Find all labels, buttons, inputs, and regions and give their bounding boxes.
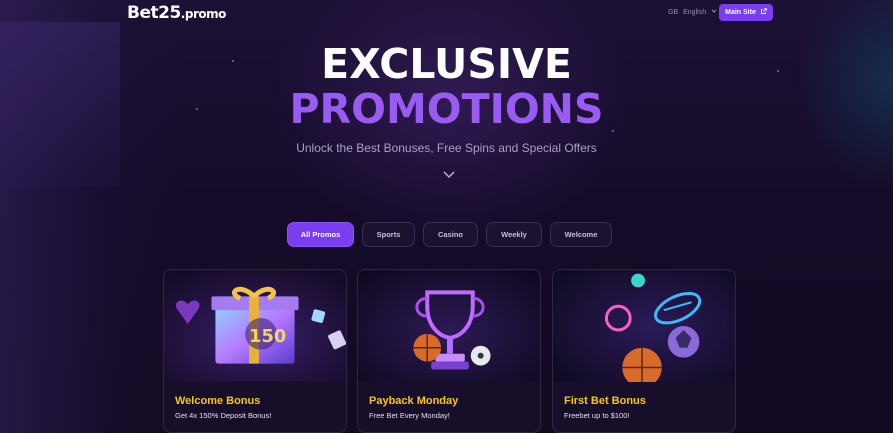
top-header: Bet25.promo GB English Main Site — [0, 0, 893, 26]
main-site-button[interactable]: Main Site — [719, 4, 773, 21]
filter-sports[interactable]: Sports — [362, 222, 415, 247]
promo-filter-bar: All Promos Sports Casino Weekly Welcome — [287, 222, 612, 247]
promo-card-title: First Bet Bonus — [564, 395, 646, 407]
filter-casino[interactable]: Casino — [423, 222, 478, 247]
language-selector[interactable]: GB English — [668, 8, 717, 16]
site-logo[interactable]: Bet25.promo — [127, 3, 226, 23]
promo-card-first-bet-bonus[interactable]: First Bet Bonus Freebet up to $100! — [552, 269, 736, 433]
gift-box-illustration: 150 — [164, 270, 346, 382]
main-site-label: Main Site — [725, 9, 756, 16]
hero-title-line2: PROMOTIONS — [289, 85, 604, 133]
promo-card-description: Free Bet Every Monday! — [369, 411, 450, 420]
filter-all-promos[interactable]: All Promos — [287, 222, 354, 247]
promo-card-description: Freebet up to $100! — [564, 411, 630, 420]
promo-card-payback-monday[interactable]: Payback Monday Free Bet Every Monday! — [357, 269, 541, 433]
logo-domain: .promo — [180, 7, 227, 21]
promo-card-welcome-bonus[interactable]: 150 Welcome Bonus Get 4x 150% Deposit Bo… — [163, 269, 347, 433]
scroll-down-icon[interactable] — [443, 166, 455, 184]
promo-card-title: Welcome Bonus — [175, 395, 261, 407]
sports-balls-illustration — [553, 270, 735, 382]
flag-code: GB — [668, 8, 679, 16]
promo-card-title: Payback Monday — [369, 395, 459, 407]
gift-badge-number: 150 — [249, 326, 286, 347]
filter-welcome[interactable]: Welcome — [550, 222, 612, 247]
promo-card-description: Get 4x 150% Deposit Bonus! — [175, 411, 272, 420]
logo-number: 25 — [158, 3, 181, 23]
trophy-illustration — [358, 270, 540, 382]
filter-weekly[interactable]: Weekly — [486, 222, 542, 247]
logo-text: Bet — [127, 3, 159, 23]
hero-title-line1: EXCLUSIVE — [321, 40, 572, 88]
chevron-down-icon — [711, 8, 717, 16]
hero-subtitle: Unlock the Best Bonuses, Free Spins and … — [296, 141, 597, 155]
external-link-icon — [760, 8, 767, 17]
language-label: English — [683, 8, 707, 16]
